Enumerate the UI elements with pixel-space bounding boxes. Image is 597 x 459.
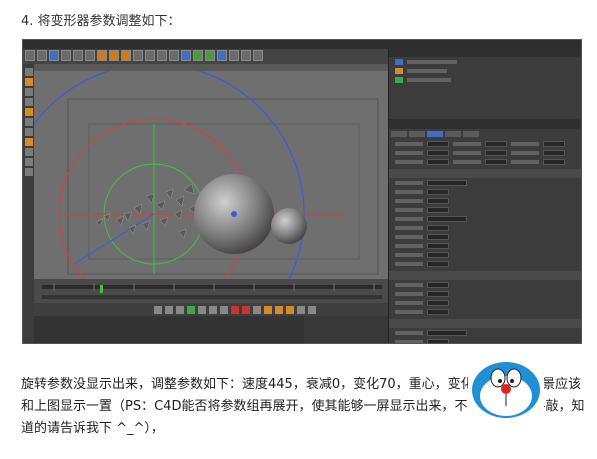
tab-object[interactable] — [427, 131, 443, 137]
array-icon[interactable] — [217, 50, 227, 61]
tool-icon[interactable] — [24, 138, 33, 146]
y-axis-icon[interactable] — [109, 50, 119, 61]
object-icon — [395, 58, 403, 65]
next-frame-icon[interactable] — [198, 305, 206, 314]
tab-display[interactable] — [463, 131, 479, 137]
redo-icon[interactable] — [37, 50, 47, 61]
attribute-tabs — [389, 129, 581, 139]
prev-key-icon[interactable] — [165, 305, 173, 314]
camera-icon[interactable] — [241, 50, 251, 61]
record-icon[interactable] — [231, 305, 239, 314]
transport-controls — [34, 303, 388, 316]
tool-icon[interactable] — [24, 148, 33, 156]
tool-icon[interactable] — [24, 108, 33, 116]
render-settings-icon[interactable] — [169, 50, 179, 61]
cube-icon[interactable] — [181, 50, 191, 61]
world-coord-icon[interactable] — [133, 50, 143, 61]
goto-end-icon[interactable] — [220, 305, 228, 314]
top-toolbar — [23, 49, 398, 64]
next-key-icon[interactable] — [209, 305, 217, 314]
render-pv-icon[interactable] — [157, 50, 167, 61]
playhead[interactable] — [100, 285, 103, 293]
tab-falloff[interactable] — [445, 131, 461, 137]
key-scale-icon[interactable] — [275, 305, 283, 314]
rotate-icon[interactable] — [85, 50, 95, 61]
section-header[interactable] — [389, 169, 581, 178]
nurbs-icon[interactable] — [205, 50, 215, 61]
goto-start-icon[interactable] — [154, 305, 162, 314]
tab-basic[interactable] — [391, 131, 407, 137]
scene-icon[interactable] — [229, 50, 239, 61]
key-pos-icon[interactable] — [264, 305, 272, 314]
attribute-manager[interactable] — [388, 119, 581, 343]
viewport-menu — [34, 64, 388, 71]
c4d-screenshot — [22, 39, 582, 344]
tab-coord[interactable] — [409, 131, 425, 137]
menu-bar — [23, 40, 581, 49]
z-axis-icon[interactable] — [121, 50, 131, 61]
scale-icon[interactable] — [73, 50, 83, 61]
object-manager-menu — [389, 49, 581, 57]
tool-icon[interactable] — [24, 168, 33, 176]
deformer-handle[interactable] — [231, 211, 237, 217]
object-icon — [395, 76, 403, 83]
undo-icon[interactable] — [25, 50, 35, 61]
key-rot-icon[interactable] — [286, 305, 294, 314]
section-header[interactable] — [389, 319, 581, 328]
tool-icon[interactable] — [24, 98, 33, 106]
object-icon — [395, 67, 403, 74]
timeline[interactable] — [34, 279, 388, 303]
live-select-icon[interactable] — [49, 50, 59, 61]
section-header[interactable] — [389, 271, 581, 280]
viewport-scene — [34, 64, 379, 279]
play-icon[interactable] — [187, 305, 195, 314]
key-param-icon[interactable] — [297, 305, 305, 314]
z-axis-line — [73, 213, 155, 265]
tool-icon[interactable] — [24, 78, 33, 86]
keyframe-icon[interactable] — [253, 305, 261, 314]
tool-icon[interactable] — [24, 128, 33, 136]
key-pla-icon[interactable] — [308, 305, 316, 314]
light-icon[interactable] — [253, 50, 263, 61]
autokey-icon[interactable] — [242, 305, 250, 314]
spline-icon[interactable] — [193, 50, 203, 61]
x-axis-icon[interactable] — [97, 50, 107, 61]
3d-viewport[interactable] — [34, 64, 388, 279]
coordinate-manager[interactable] — [304, 316, 388, 343]
timeline-ruler — [42, 283, 382, 299]
small-sphere[interactable] — [271, 208, 307, 244]
render-view-icon[interactable] — [145, 50, 155, 61]
deformer-outer-circle — [34, 64, 305, 279]
prev-frame-icon[interactable] — [176, 305, 184, 314]
attribute-manager-menu — [389, 119, 581, 129]
step-heading: 4. 将变形器参数调整如下： — [21, 14, 181, 29]
doraemon-mascot — [468, 354, 544, 422]
tool-icon[interactable] — [24, 158, 33, 166]
left-toolbar — [23, 64, 34, 343]
object-manager[interactable] — [388, 49, 581, 119]
tool-icon[interactable] — [24, 88, 33, 96]
tool-icon[interactable] — [24, 68, 33, 76]
move-icon[interactable] — [61, 50, 71, 61]
material-manager[interactable] — [34, 316, 304, 343]
tool-icon[interactable] — [24, 118, 33, 126]
